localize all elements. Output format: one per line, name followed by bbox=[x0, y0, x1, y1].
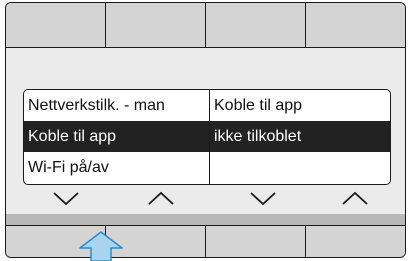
top-softkey-2[interactable] bbox=[106, 3, 206, 47]
bottom-softkey-4[interactable] bbox=[306, 226, 405, 257]
menu-item-wifi-toggle[interactable]: Wi-Fi på/av bbox=[24, 152, 209, 183]
menu-item-connect-app[interactable]: Koble til app bbox=[24, 121, 209, 152]
bottom-softkey-row bbox=[6, 225, 405, 257]
top-softkey-3[interactable] bbox=[206, 3, 306, 47]
top-softkey-row bbox=[6, 3, 405, 48]
thermostat-device: Nettverkstilk. - man Koble til app Wi-Fi… bbox=[0, 0, 411, 261]
chevron-down-icon[interactable] bbox=[248, 189, 278, 207]
menu-right-column: Koble til app ikke tilkoblet bbox=[209, 90, 390, 184]
chevron-down-icon[interactable] bbox=[51, 189, 81, 207]
up-arrow-icon bbox=[79, 231, 123, 261]
menu-panel: Nettverkstilk. - man Koble til app Wi-Fi… bbox=[23, 89, 391, 185]
screen-bottom-strip bbox=[6, 214, 405, 225]
display-screen: Nettverkstilk. - man Koble til app Wi-Fi… bbox=[6, 48, 405, 214]
value-title: Koble til app bbox=[214, 97, 303, 114]
chevron-up-icon[interactable] bbox=[340, 189, 370, 207]
value-empty bbox=[210, 152, 390, 183]
bottom-softkey-3[interactable] bbox=[206, 226, 306, 257]
value-status[interactable]: ikke tilkoblet bbox=[210, 121, 390, 152]
chevron-up-icon[interactable] bbox=[146, 189, 176, 207]
menu-item-network-connection[interactable]: Nettverkstilk. - man bbox=[24, 90, 209, 121]
nav-arrows bbox=[6, 189, 405, 211]
top-softkey-1[interactable] bbox=[6, 3, 106, 47]
top-softkey-4[interactable] bbox=[306, 3, 405, 47]
menu-left-column: Nettverkstilk. - man Koble til app Wi-Fi… bbox=[24, 90, 209, 184]
device-frame: Nettverkstilk. - man Koble til app Wi-Fi… bbox=[5, 2, 406, 258]
